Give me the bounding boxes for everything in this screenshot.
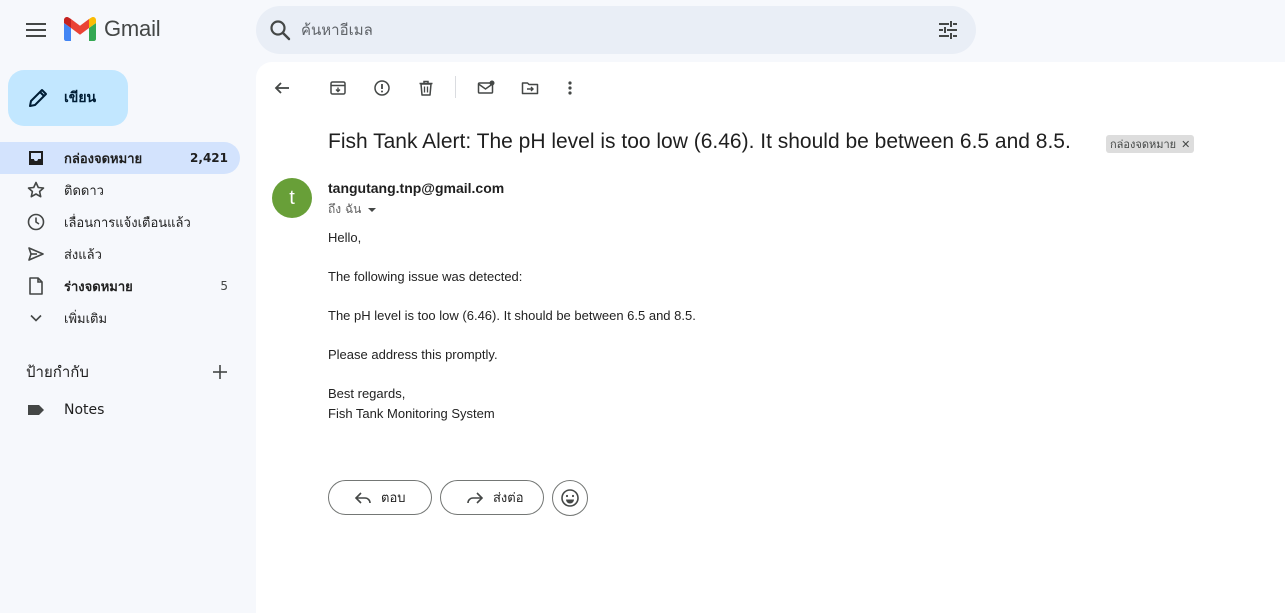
labels-section-header: ป้ายกำกับ [26,360,236,384]
email-subject: Fish Tank Alert: The pH level is too low… [328,130,1071,153]
body-line: The following issue was detected: [328,269,523,284]
delete-button[interactable] [412,74,440,102]
body-line: Please address this promptly. [328,347,498,362]
send-icon [26,244,46,264]
draft-count: 5 [220,279,228,293]
report-spam-button[interactable] [368,74,396,102]
toolbar-divider [455,76,456,98]
search-input[interactable] [301,21,901,39]
compose-button[interactable]: เขียน [8,70,128,126]
inbox-icon [26,148,46,168]
email-body: Hello, The following issue was detected:… [328,228,696,424]
reply-button[interactable]: ตอบ [328,480,432,515]
search-icon[interactable] [268,18,292,42]
sender-email[interactable]: tangutang.tnp@gmail.com [328,180,504,196]
reply-icon [353,488,373,508]
smiley-icon [560,488,580,508]
archive-icon [329,79,347,97]
remove-tag-icon[interactable]: ✕ [1181,138,1190,151]
search-options-icon[interactable] [936,18,960,42]
mark-unread-button[interactable] [472,74,500,102]
more-options-button[interactable] [556,74,584,102]
forward-button[interactable]: ส่งต่อ [440,480,544,515]
arrow-back-icon [273,79,291,97]
sender-avatar[interactable]: t [272,178,312,218]
gmail-logo[interactable]: Gmail [64,16,161,42]
caret-down-icon [366,204,378,216]
compose-label: เขียน [64,90,97,106]
label-icon [26,400,46,420]
chevron-down-icon [26,308,46,328]
body-signature: Fish Tank Monitoring System [328,406,495,421]
star-icon [26,180,46,200]
forward-icon [465,488,485,508]
move-to-button[interactable] [516,74,544,102]
sidebar-item-label: ส่งแล้ว [64,247,102,263]
sidebar-item-snoozed[interactable]: เลื่อนการแจ้งเตือนแล้ว [0,206,240,238]
body-greeting: Hello, [328,230,362,245]
emoji-reaction-button[interactable] [552,480,588,516]
sidebar-item-label: เพิ่มเติม [64,311,108,327]
unread-count: 2,421 [190,151,228,165]
body-signoff: Best regards, [328,386,406,401]
sidebar-item-sent[interactable]: ส่งแล้ว [0,238,240,270]
forward-label: ส่งต่อ [493,491,524,506]
trash-icon [417,79,435,97]
avatar-letter: t [289,186,295,209]
sidebar-item-drafts[interactable]: ร่างจดหมาย 5 [0,270,240,302]
reply-label: ตอบ [381,491,406,506]
recipient-details-toggle[interactable]: ถึง ฉัน [328,200,378,219]
sidebar-item-inbox[interactable]: กล่องจดหมาย 2,421 [0,142,240,174]
label-item-label: Notes [64,402,105,418]
inbox-tag: กล่องจดหมาย ✕ [1106,135,1195,153]
archive-button[interactable] [324,74,352,102]
search-bar[interactable] [256,6,976,54]
pencil-icon [26,86,50,110]
recipient-label: ถึง ฉัน [328,202,362,216]
tag-label: กล่องจดหมาย [1110,138,1177,151]
label-item-notes[interactable]: Notes [0,394,240,426]
sidebar-nav: กล่องจดหมาย 2,421 ติดดาว เลื่อนการแจ้งเต… [0,142,240,334]
clock-icon [26,212,46,232]
body-line: The pH level is too low (6.46). It shoul… [328,308,696,323]
sidebar-item-starred[interactable]: ติดดาว [0,174,240,206]
sidebar-item-label: กล่องจดหมาย [64,151,143,167]
app-name: Gmail [104,16,161,41]
mark-unread-icon [477,79,495,97]
back-button[interactable] [268,74,296,102]
sidebar-item-label: ติดดาว [64,183,104,199]
sidebar-item-more[interactable]: เพิ่มเติม [0,302,240,334]
sidebar-item-label: ร่างจดหมาย [64,279,133,295]
report-spam-icon [373,79,391,97]
move-to-folder-icon [521,79,539,97]
plus-icon[interactable] [210,362,230,382]
main-menu-button[interactable] [22,16,50,44]
email-view: Fish Tank Alert: The pH level is too low… [256,62,1285,613]
labels-title: ป้ายกำกับ [26,363,89,381]
gmail-m-icon [64,17,96,41]
hamburger-menu-icon [26,22,46,38]
more-vertical-icon [561,79,579,97]
sidebar-item-label: เลื่อนการแจ้งเตือนแล้ว [64,215,191,231]
draft-icon [26,276,46,296]
